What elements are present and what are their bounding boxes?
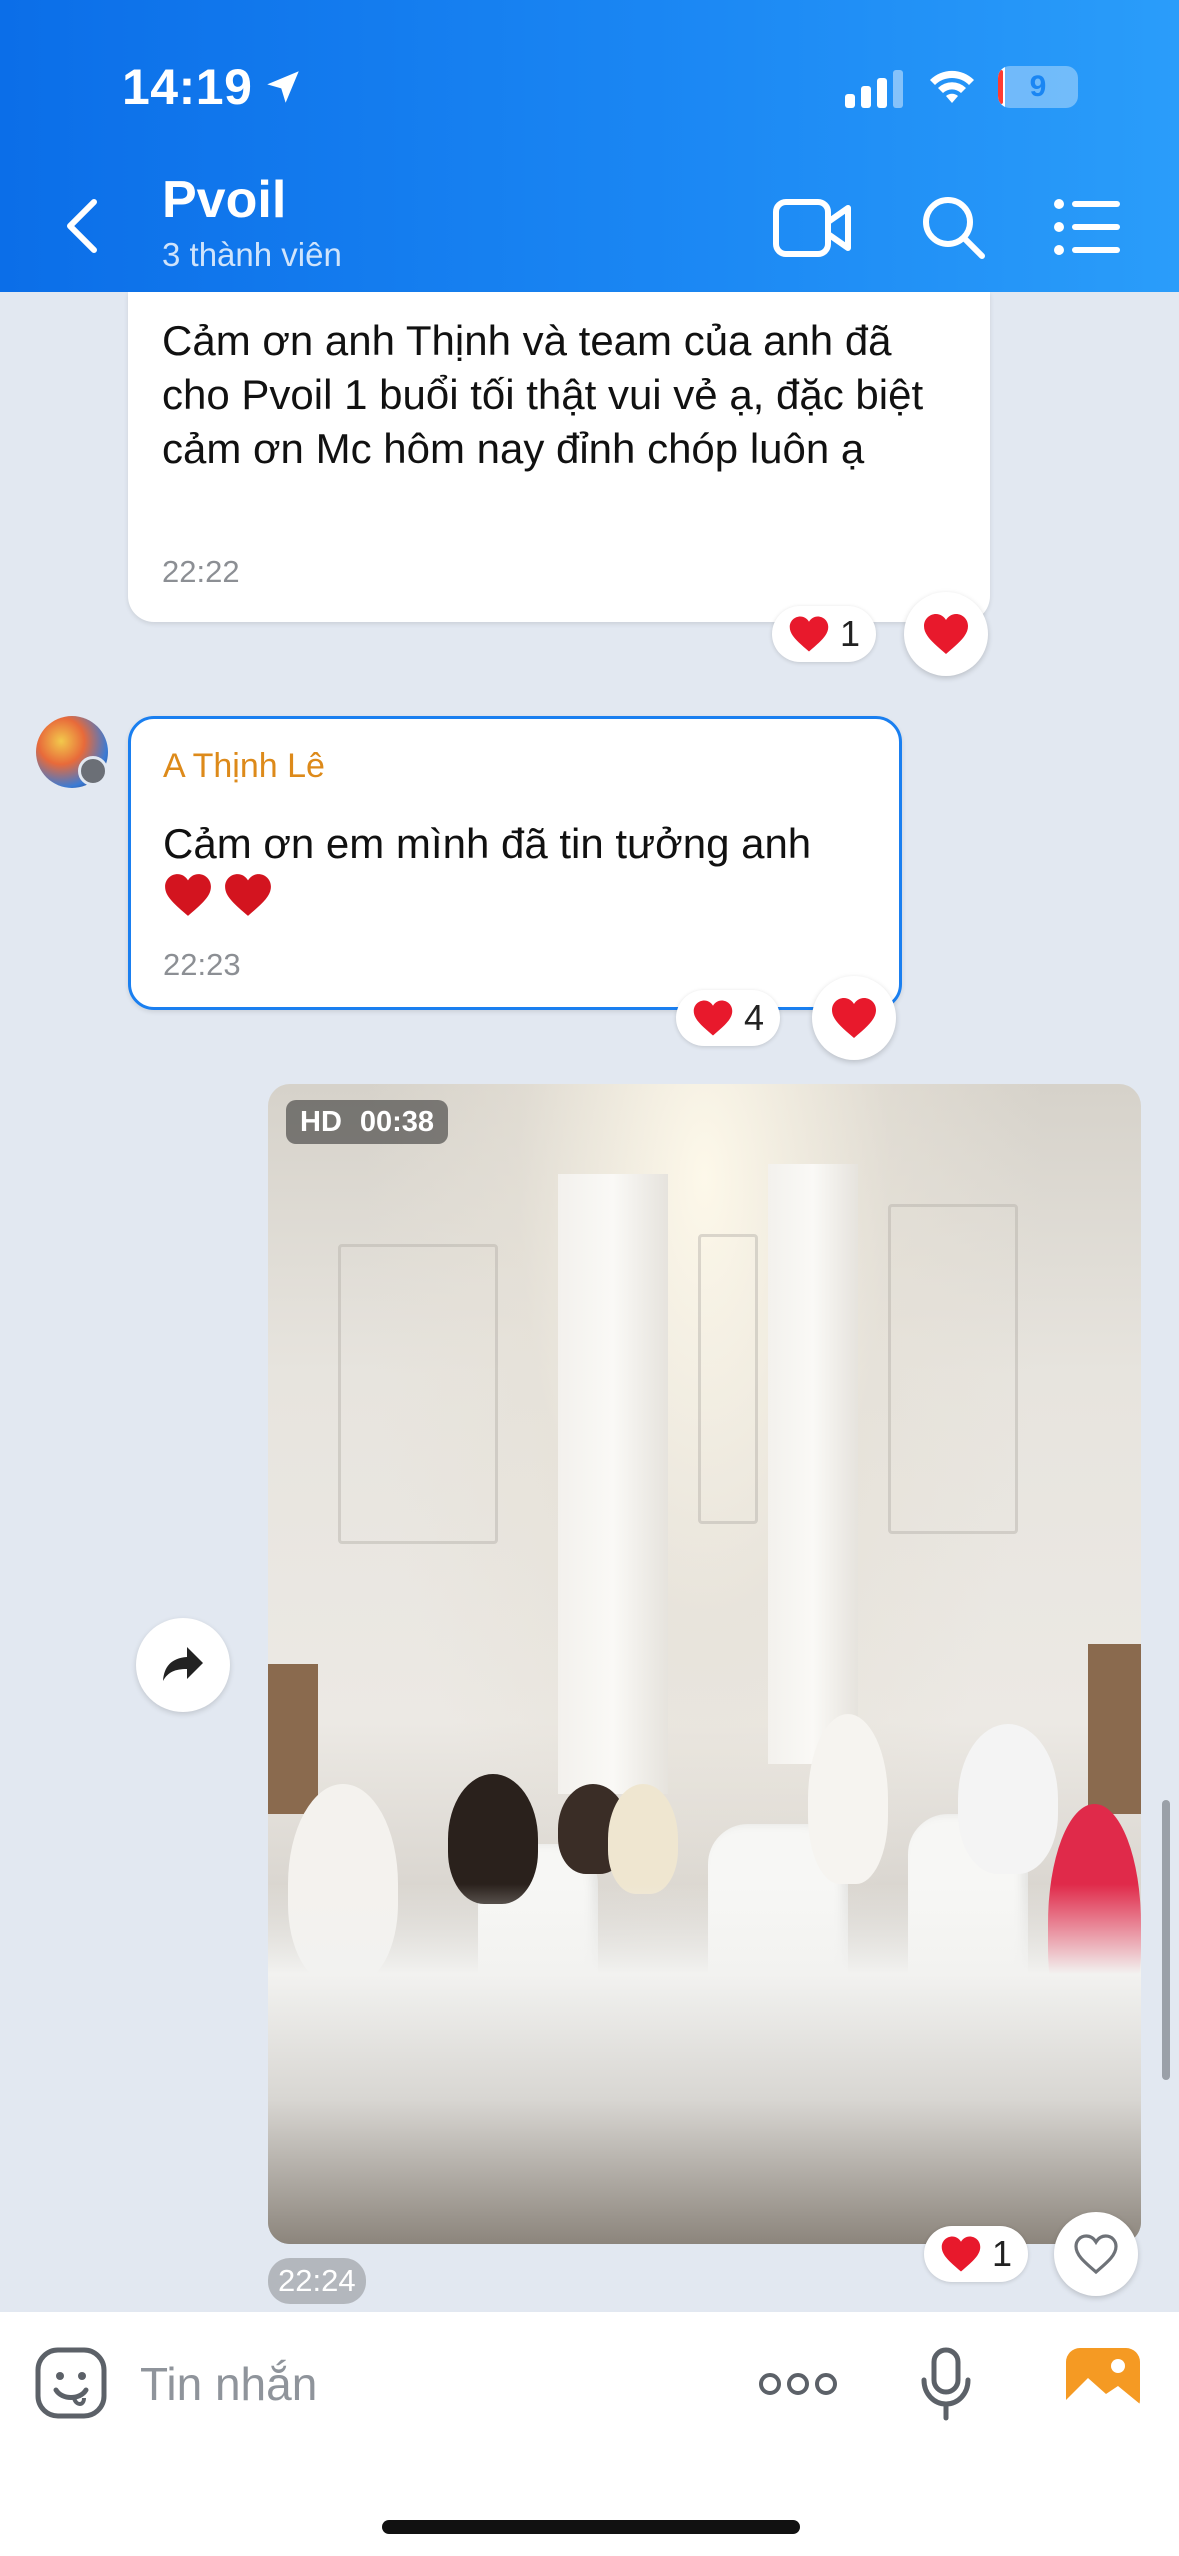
search-icon[interactable] — [918, 192, 988, 262]
scene-guest — [808, 1714, 888, 1884]
scene-wall-panel — [698, 1234, 758, 1524]
share-icon — [163, 1647, 203, 1681]
react-button[interactable] — [812, 976, 896, 1060]
heart-outline-icon — [1074, 2234, 1118, 2275]
reaction-summary[interactable]: 1 — [772, 606, 877, 662]
chat-header: 14:19 9 Pvoil 3 thành viên — [0, 0, 1179, 292]
reaction-count: 4 — [744, 997, 765, 1038]
heart-icon — [924, 614, 968, 654]
video-quality: HD — [300, 1106, 342, 1138]
location-arrow-icon — [267, 71, 299, 103]
message-time: 22:23 — [163, 947, 241, 982]
message-time: 22:22 — [162, 554, 240, 589]
scene-wall-panel — [888, 1204, 1018, 1534]
reaction-summary[interactable]: 1 — [924, 2226, 1029, 2282]
sender-name[interactable]: A Thịnh Lê — [163, 747, 325, 786]
react-button[interactable] — [1054, 2212, 1138, 2296]
scene-door — [268, 1664, 318, 1814]
heart-icon — [832, 998, 876, 1038]
share-button[interactable] — [136, 1618, 230, 1712]
avatar-badge — [78, 756, 108, 786]
reaction-count: 1 — [992, 2233, 1013, 2274]
message-bubble[interactable]: Cảm ơn anh Thịnh và team của anh đã cho … — [128, 292, 990, 622]
scene-tables — [268, 1884, 1141, 2244]
scene-pillar — [768, 1164, 858, 1764]
video-duration: 00:38 — [359, 1106, 435, 1138]
member-count[interactable]: 3 thành viên — [162, 236, 342, 274]
video-badge: HD 00:38 — [286, 1100, 449, 1144]
heart-emoji-icon — [225, 874, 272, 916]
react-button[interactable] — [904, 592, 988, 676]
scene-pillar — [558, 1174, 668, 1794]
message-text: Cảm ơn anh Thịnh và team của anh đã cho … — [162, 317, 924, 472]
heart-icon — [693, 1000, 733, 1036]
composer-bar — [0, 2312, 1179, 2556]
signal-icon — [845, 70, 903, 108]
back-icon[interactable] — [58, 196, 108, 256]
sticker-icon[interactable] — [34, 2346, 108, 2420]
heart-icon — [941, 2236, 981, 2272]
message-time: 22:24 — [268, 2258, 366, 2304]
battery-label: 9 — [1029, 70, 1047, 103]
chat-title[interactable]: Pvoil — [162, 170, 286, 230]
video-call-icon[interactable] — [772, 196, 852, 260]
message-input[interactable] — [140, 2352, 700, 2416]
scene-wall-panel — [338, 1244, 498, 1544]
heart-icon — [789, 616, 829, 652]
scene-door — [1088, 1644, 1141, 1814]
home-indicator — [382, 2520, 800, 2534]
message-bubble[interactable]: A Thịnh Lê Cảm ơn em mình đã tin tưởng a… — [128, 716, 902, 1010]
reaction-count: 1 — [840, 613, 861, 654]
menu-list-icon[interactable] — [1054, 198, 1120, 256]
photo-icon[interactable] — [1066, 2348, 1140, 2414]
scene-guest — [958, 1724, 1058, 1874]
scene-guest — [608, 1784, 678, 1894]
status-time: 14:19 — [122, 59, 253, 115]
more-icon[interactable] — [758, 2364, 838, 2404]
wifi-icon — [930, 70, 974, 103]
emoji-line — [163, 871, 279, 919]
video-message[interactable]: HD 00:38 — [268, 1084, 1141, 2244]
heart-emoji-icon — [165, 874, 211, 916]
reaction-summary[interactable]: 4 — [676, 990, 781, 1046]
scrollbar[interactable] — [1162, 1800, 1170, 2080]
battery-icon: 9 — [998, 66, 1078, 108]
mic-icon[interactable] — [918, 2346, 974, 2422]
message-text: Cảm ơn em mình đã tin tưởng anh — [163, 820, 812, 867]
